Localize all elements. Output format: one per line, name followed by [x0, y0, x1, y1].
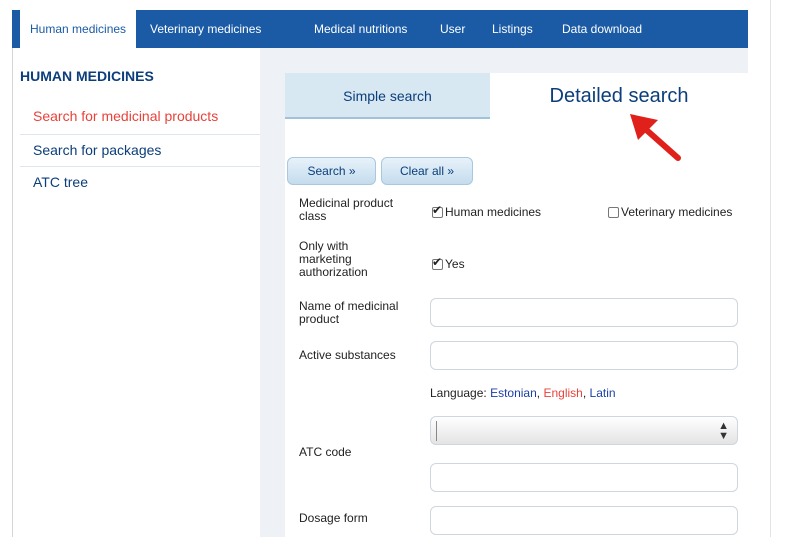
nav-tab-listings[interactable]: Listings [492, 10, 533, 48]
top-navigation-bar: Human medicines Veterinary medicines Med… [12, 10, 748, 48]
checkmark-icon [432, 206, 443, 218]
language-prefix: Language: [430, 386, 487, 400]
language-english-link[interactable]: English [543, 386, 582, 400]
checkbox-empty-icon [608, 206, 619, 218]
language-estonian-link[interactable]: Estonian [490, 386, 537, 400]
tab-detailed-search[interactable]: Detailed search [490, 73, 748, 119]
marketing-authorization-option-label: Yes [445, 257, 465, 271]
nav-tab-veterinary-medicines[interactable]: Veterinary medicines [150, 10, 261, 48]
search-button[interactable]: Search » [287, 157, 376, 185]
atc-select-value [436, 421, 720, 441]
red-arrow-icon [630, 114, 681, 161]
nav-tab-data-download[interactable]: Data download [562, 10, 642, 48]
veterinary-medicines-option-label: Veterinary medicines [621, 205, 733, 219]
marketing-authorization-label: Only with marketing authorization [299, 239, 368, 279]
sidebar-item-search-packages[interactable]: Search for packages [20, 134, 260, 164]
sidebar-heading: HUMAN MEDICINES [20, 68, 154, 84]
language-selector: Language: Estonian, English, Latin [430, 386, 616, 400]
sidebar-item-search-medicinal-products[interactable]: Search for medicinal products [20, 101, 260, 131]
human-medicines-checkbox[interactable]: Human medicines [432, 205, 541, 219]
tab-simple-search[interactable]: Simple search [285, 73, 490, 119]
veterinary-medicines-checkbox[interactable]: Veterinary medicines [608, 205, 732, 219]
active-substances-label: Active substances [299, 348, 396, 362]
product-class-label: Medicinal product class [299, 196, 394, 223]
language-latin-link[interactable]: Latin [590, 386, 616, 400]
sidebar-item-atc-tree[interactable]: ATC tree [20, 166, 260, 196]
checkmark-icon [432, 258, 443, 270]
product-name-input[interactable] [430, 298, 738, 327]
dosage-form-input[interactable] [430, 506, 738, 535]
nav-tab-human-medicines[interactable]: Human medicines [20, 10, 137, 48]
atc-code-label: ATC code [299, 445, 352, 459]
select-arrows-icon: ▲ ▼ [718, 420, 729, 442]
page-edge-divider [770, 0, 771, 537]
product-name-label: Name of medicinal product [299, 299, 399, 326]
human-medicines-option-label: Human medicines [445, 205, 542, 219]
nav-tab-user[interactable]: User [440, 10, 465, 48]
clear-all-button[interactable]: Clear all » [381, 157, 473, 185]
dosage-form-label: Dosage form [299, 511, 368, 525]
atc-code-input[interactable] [430, 463, 738, 492]
atc-code-select[interactable]: ▲ ▼ [430, 416, 738, 445]
nav-tab-medical-nutritions[interactable]: Medical nutritions [314, 10, 407, 48]
active-substances-input[interactable] [430, 341, 738, 370]
marketing-authorization-checkbox[interactable]: Yes [432, 257, 465, 271]
